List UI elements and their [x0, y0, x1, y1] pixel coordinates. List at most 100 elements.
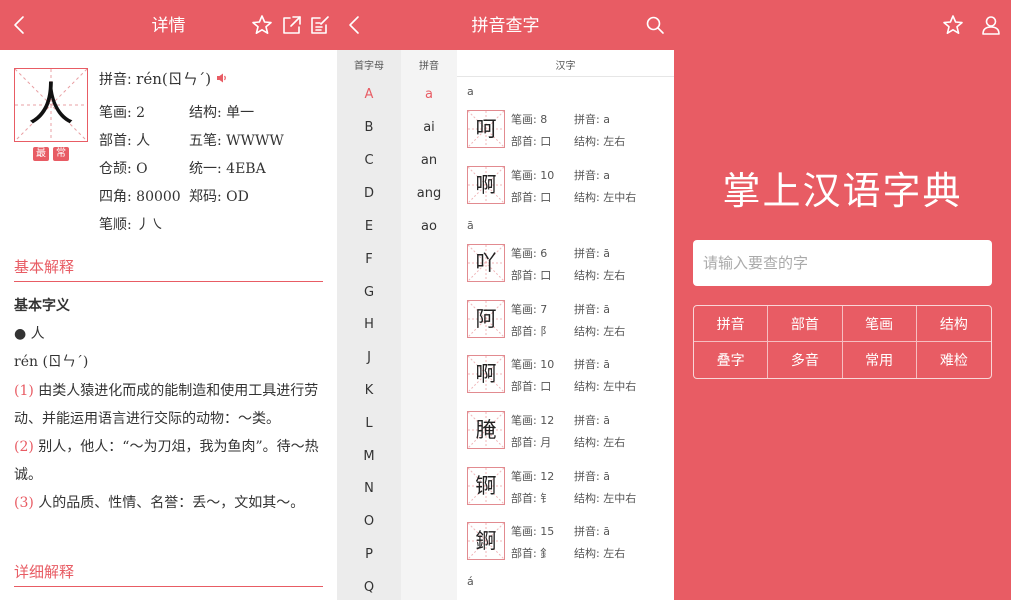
home-panel: 掌上汉语字典 拼音 部首 笔画 结构 叠字 多音 常用 难检 [674, 0, 1011, 600]
field-sijiao: 四角: 80000 [99, 189, 181, 205]
char-pinyin: 拼音: a [574, 113, 610, 126]
main-character: 人 [28, 77, 74, 131]
search-input[interactable] [693, 240, 992, 286]
letter-item[interactable]: J [337, 350, 401, 365]
char-glyph: 呵 [475, 117, 497, 141]
letter-item[interactable]: N [337, 481, 401, 496]
pinyin-item[interactable]: an [401, 153, 457, 168]
char-glyph: 吖 [475, 251, 497, 275]
char-pinyin: 拼音: ā [574, 525, 610, 538]
char-radical: 部首: 月 [511, 436, 552, 449]
letter-item[interactable]: K [337, 383, 401, 398]
star-icon[interactable] [250, 13, 274, 37]
field-zhengma: 郑码: OD [189, 189, 249, 205]
detail-panel: 详情 人 最 常 拼音: rén(ㄖㄣˊ) 笔画: 2 结构: 单一 部首: 人… [0, 0, 337, 600]
field-cangjie: 仓颉: O [99, 161, 148, 177]
tag-most: 最 [33, 147, 49, 161]
definition-3: (3) 人的品质、性情、名誉：丢～，文如其～。 [14, 495, 305, 511]
category-pinyin[interactable]: 拼音 [694, 306, 769, 342]
pinyin-lookup-panel: 拼音查字 首字母 拼音 汉字 A B C D E F G H J K L M N… [337, 0, 674, 600]
pinyin-value: rén(ㄖㄣˊ) [136, 70, 212, 88]
category-radical[interactable]: 部首 [768, 306, 843, 342]
char-radical: 部首: 口 [511, 380, 552, 393]
definition-1: (1) 由类人猿进化而成的能制造和使用工具进行劳动、并能运用语言进行交际的动物：… [14, 383, 319, 427]
pinyin-lookup-header: 拼音查字 [337, 0, 674, 50]
char-tile[interactable]: 锕 [467, 467, 505, 505]
char-tile[interactable]: 啊 [467, 166, 505, 204]
edit-note-icon[interactable] [308, 13, 332, 37]
category-hard-to-find[interactable]: 难检 [917, 342, 991, 378]
letter-item[interactable]: O [337, 514, 401, 529]
letter-item[interactable]: M [337, 449, 401, 464]
pinyin-item[interactable]: a [401, 87, 457, 102]
char-radical: 部首: 口 [511, 269, 552, 282]
pinyin-item[interactable]: ang [401, 186, 457, 201]
group-label: á [467, 575, 474, 588]
letter-item[interactable]: L [337, 416, 401, 431]
character-grid-box: 人 [14, 68, 88, 142]
letter-item[interactable]: C [337, 153, 401, 168]
letter-item[interactable]: D [337, 186, 401, 201]
char-pinyin: 拼音: ā [574, 303, 610, 316]
pinyin-lookup-title: 拼音查字 [471, 16, 540, 36]
char-glyph: 啊 [475, 362, 497, 386]
speaker-icon[interactable] [216, 72, 228, 88]
char-pinyin: 拼音: ā [574, 414, 610, 427]
header-pinyin: 拼音 [419, 61, 439, 72]
char-strokes: 笔画: 12 [511, 414, 555, 427]
letter-item[interactable]: H [337, 317, 401, 332]
char-tile[interactable]: 腌 [467, 411, 505, 449]
letter-item[interactable]: F [337, 252, 401, 267]
letter-item[interactable]: A [337, 87, 401, 102]
letter-item[interactable]: P [337, 547, 401, 562]
char-glyph: 阿 [475, 307, 497, 331]
letter-item[interactable]: Q [337, 580, 401, 595]
category-structure[interactable]: 结构 [916, 306, 991, 342]
group-label: ā [467, 219, 474, 232]
section-divider [14, 586, 323, 587]
field-wubi: 五笔: WWWW [189, 133, 284, 149]
tag-common: 常 [53, 147, 69, 161]
char-structure: 结构: 左右 [574, 436, 626, 449]
char-radical: 部首: 阝 [511, 325, 552, 338]
char-pinyin: 拼音: ā [574, 358, 610, 371]
letter-item[interactable]: E [337, 219, 401, 234]
char-radical: 部首: 口 [511, 191, 552, 204]
char-pinyin: 拼音: ā [574, 247, 610, 260]
basic-explanation-title: 基本解释 [14, 258, 75, 276]
share-icon[interactable] [280, 13, 304, 37]
category-grid: 拼音 部首 笔画 结构 叠字 多音 常用 难检 [693, 305, 992, 379]
char-structure: 结构: 左右 [574, 325, 626, 338]
char-tile[interactable]: 阿 [467, 300, 505, 338]
char-strokes: 笔画: 10 [511, 169, 555, 182]
header-hanzi: 汉字 [555, 61, 576, 72]
letter-item[interactable]: G [337, 285, 401, 300]
category-reduplicated[interactable]: 叠字 [694, 342, 769, 378]
char-tile[interactable]: 呵 [467, 110, 505, 148]
reading-line: rén (ㄖㄣˊ) [14, 354, 89, 370]
char-glyph: 锕 [475, 474, 497, 498]
char-tile[interactable]: 錒 [467, 522, 505, 560]
category-strokes[interactable]: 笔画 [842, 306, 917, 342]
char-tile[interactable]: 吖 [467, 244, 505, 282]
char-strokes: 笔画: 6 [511, 247, 548, 260]
char-strokes: 笔画: 7 [511, 303, 548, 316]
pinyin-item[interactable]: ao [401, 219, 457, 234]
category-common[interactable]: 常用 [843, 342, 917, 378]
char-radical: 部首: 釒 [511, 547, 552, 560]
char-structure: 结构: 左右 [574, 135, 626, 148]
char-structure: 结构: 左中右 [574, 191, 637, 204]
user-icon[interactable] [980, 14, 1004, 38]
char-tile[interactable]: 啊 [467, 355, 505, 393]
letter-item[interactable]: B [337, 120, 401, 135]
char-structure: 结构: 左中右 [574, 492, 637, 505]
star-icon[interactable] [942, 14, 966, 38]
char-structure: 结构: 左右 [574, 269, 626, 282]
search-icon[interactable] [643, 13, 667, 37]
pinyin-item[interactable]: ai [401, 120, 457, 135]
category-polyphonic[interactable]: 多音 [768, 342, 843, 378]
header-initial: 首字母 [354, 61, 384, 72]
pinyin-row: 拼音: rén(ㄖㄣˊ) [99, 68, 228, 89]
char-glyph: 腌 [475, 418, 497, 442]
char-structure: 结构: 左右 [574, 547, 626, 560]
